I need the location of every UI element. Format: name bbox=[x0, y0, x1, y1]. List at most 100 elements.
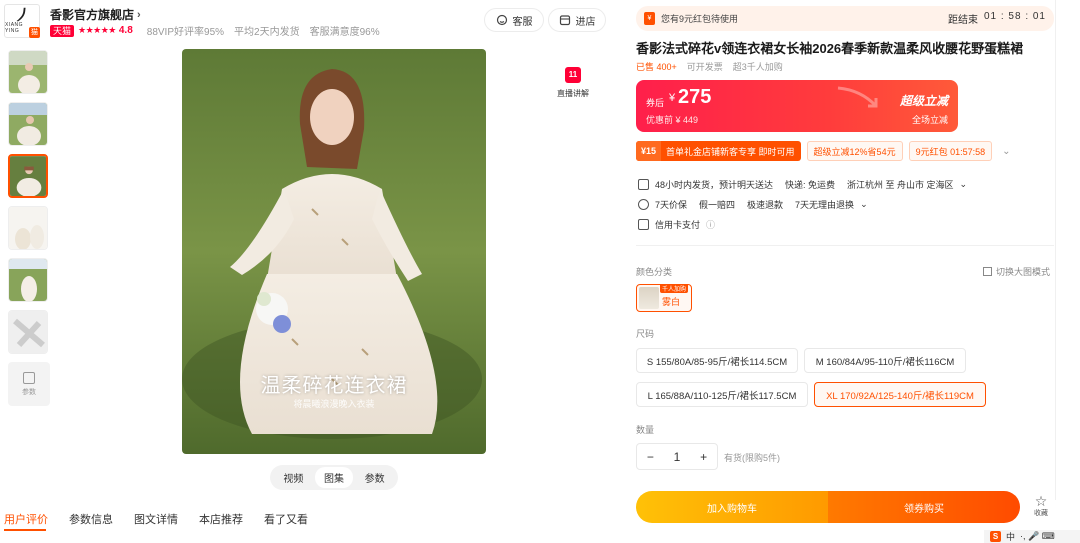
rating-stars-icon: ★★★★★ bbox=[78, 25, 116, 35]
quantity-value[interactable]: 1 bbox=[664, 450, 691, 464]
size-option-xl-selected[interactable]: XL 170/92A/125-140斤/裙长119CM bbox=[814, 382, 986, 407]
add-to-cart-button[interactable]: 加入购物车 bbox=[636, 491, 828, 523]
shop-meta-vip: 88VIP好评率95% bbox=[146, 27, 225, 38]
size-option-l[interactable]: L 165/88A/110-125斤/裙长117.5CM bbox=[636, 382, 808, 407]
chevron-down-icon: ⌄ bbox=[860, 199, 868, 209]
timer-value: 01 : 58 : 01 bbox=[983, 11, 1046, 22]
media-tab-video[interactable]: 视频 bbox=[274, 467, 312, 488]
credit-card-icon bbox=[638, 219, 649, 230]
shop-name-link[interactable]: 香影官方旗舰店 › bbox=[50, 6, 141, 23]
product-sub-meta: 已售 400+ 可开发票 超3千人加购 bbox=[636, 60, 783, 73]
size-option-s[interactable]: S 155/80A/85-95斤/裙长114.5CM bbox=[636, 348, 798, 373]
main-product-image[interactable]: 温柔碎花连衣裙 将晨曦浪漫晚入衣装 bbox=[182, 49, 486, 454]
coupon-text: 您有9元红包待使用 bbox=[661, 14, 739, 24]
buy-now-button[interactable]: 领券购买 bbox=[828, 491, 1020, 523]
coupon-timer: 距结束 01 : 58 : 01 bbox=[948, 11, 1046, 26]
shipping-route: 浙江杭州 至 舟山市 定海区 bbox=[847, 180, 954, 190]
coupon-bar[interactable]: ¥ 您有9元红包待使用 距结束 01 : 58 : 01 bbox=[636, 6, 1054, 31]
price-currency: ¥ bbox=[669, 92, 676, 104]
live-label: 直播讲解 bbox=[557, 89, 589, 98]
tab-details[interactable]: 图文详情 bbox=[134, 511, 178, 527]
promo-row: ¥15 首单礼金店铺新客专享 即时可用 超级立减12%省54元 9元红包 01:… bbox=[636, 141, 1011, 161]
stock-info: 有货(限购5件) bbox=[724, 453, 780, 463]
customer-service-label: 客服 bbox=[512, 16, 533, 28]
info-icon[interactable]: ⓘ bbox=[706, 218, 715, 231]
ime-logo-icon: S bbox=[990, 531, 1001, 542]
shop-name: 香影官方旗舰店 bbox=[50, 8, 135, 22]
detail-tabs: 用户评价 参数信息 图文详情 本店推荐 看了又看 bbox=[4, 511, 308, 527]
tab-reviews[interactable]: 用户评价 bbox=[4, 511, 48, 527]
live-explain-button[interactable]: 11 直播讲解 bbox=[556, 67, 590, 99]
store-icon bbox=[559, 15, 570, 26]
tab-also-viewed[interactable]: 看了又看 bbox=[264, 511, 308, 527]
coupon-desc: 首单礼金店铺新客专享 即时可用 bbox=[666, 146, 795, 157]
tmall-badge: 天猫 bbox=[50, 24, 75, 37]
express-fee: 快递: 免运费 bbox=[785, 180, 836, 190]
shop-meta: 天猫 ★★★★★ 4.8 88VIP好评率95% 平均2天内发货 客服满意度96… bbox=[50, 23, 390, 38]
price-prefix: 券后 bbox=[646, 98, 665, 108]
price-protect: 7天价保 bbox=[655, 200, 688, 210]
promo-tag-discount[interactable]: 超级立减12%省54元 bbox=[806, 141, 903, 161]
tab-params[interactable]: 参数信息 bbox=[69, 511, 113, 527]
thumbnail-6[interactable] bbox=[8, 310, 48, 354]
quantity-plus-button[interactable]: + bbox=[690, 450, 717, 464]
shop-meta-service: 客服满意度96% bbox=[309, 27, 380, 38]
enter-shop-button[interactable]: 进店 bbox=[548, 8, 606, 32]
thumbnail-1[interactable] bbox=[8, 50, 48, 94]
shipping-row[interactable]: 48小时内发货，预计明天送达 快递: 免运费 浙江杭州 至 舟山市 定海区 ⌄ bbox=[638, 178, 967, 191]
truck-icon bbox=[638, 179, 649, 190]
chevron-down-icon: ⌄ bbox=[959, 179, 968, 189]
switch-view-label: 切换大图模式 bbox=[996, 267, 1051, 277]
switch-large-view-button[interactable]: 切换大图模式 bbox=[983, 265, 1050, 278]
customer-service-button[interactable]: 客服 bbox=[484, 8, 544, 32]
shop-logo[interactable]: ⵰ XIANG YING 猫 bbox=[4, 4, 40, 38]
quantity-minus-button[interactable]: − bbox=[637, 450, 664, 464]
thumbnail-5[interactable] bbox=[8, 258, 48, 302]
media-tabs: 视频 图集 参数 bbox=[270, 465, 398, 490]
color-option-selected[interactable]: 雾白 千人加购 bbox=[636, 284, 692, 312]
color-flag: 千人加购 bbox=[659, 284, 688, 293]
image-caption: 温柔碎花连衣裙 bbox=[260, 375, 408, 397]
guarantee-row[interactable]: 7天价保 假一赔四 极速退款 7天无理由退换 ⌄ bbox=[638, 198, 868, 211]
color-label: 颜色分类 bbox=[636, 267, 673, 277]
section-divider bbox=[636, 245, 1054, 246]
ime-language: 中 bbox=[1006, 532, 1016, 542]
quantity-label: 数量 bbox=[636, 425, 655, 435]
fake-compensate: 假一赔四 bbox=[699, 200, 736, 210]
media-tab-gallery[interactable]: 图集 bbox=[314, 467, 353, 488]
tab-shop-recommend[interactable]: 本店推荐 bbox=[199, 511, 243, 527]
sold-count: 已售 400+ bbox=[636, 62, 677, 72]
chevron-right-icon: › bbox=[137, 8, 141, 21]
headset-icon bbox=[496, 14, 507, 26]
shield-icon bbox=[638, 199, 649, 210]
right-divider bbox=[1055, 0, 1056, 500]
tmall-corner-icon: 猫 bbox=[29, 27, 40, 38]
star-icon: ☆ bbox=[1034, 493, 1048, 509]
coupon-value: ¥15 bbox=[636, 141, 662, 161]
promo-tag-red-packet[interactable]: 9元红包 01:57:58 bbox=[908, 141, 993, 161]
params-thumbnail[interactable]: 参数 bbox=[8, 362, 50, 406]
thumbnail-2[interactable] bbox=[8, 102, 48, 146]
thumbnail-4[interactable] bbox=[8, 206, 48, 250]
size-option-m[interactable]: M 160/84A/95-110斤/裙长116CM bbox=[804, 348, 966, 373]
arrow-decoration-icon bbox=[837, 86, 878, 108]
image-subcaption: 将晨曦浪漫晚入衣装 bbox=[293, 399, 375, 409]
purchase-bar: 加入购物车 领券购买 bbox=[636, 491, 1020, 523]
timer-label: 距结束 bbox=[947, 15, 978, 26]
new-customer-coupon[interactable]: ¥15 首单礼金店铺新客专享 即时可用 bbox=[636, 141, 801, 161]
thumbnail-3-selected[interactable] bbox=[8, 154, 48, 198]
active-tab-indicator bbox=[4, 529, 46, 531]
shop-rating: 4.8 bbox=[118, 25, 133, 36]
ime-tools: ·, 🎤 ⌨ bbox=[1020, 531, 1055, 541]
chevron-down-icon[interactable]: ⌄ bbox=[1002, 146, 1010, 157]
favorite-button[interactable]: ☆ 收藏 bbox=[1028, 494, 1054, 518]
media-tab-params[interactable]: 参数 bbox=[356, 467, 394, 488]
size-label: 尺码 bbox=[636, 329, 655, 339]
deal-label: 超级立减 bbox=[899, 94, 948, 108]
fast-refund: 极速退款 bbox=[747, 200, 784, 210]
ime-toolbar[interactable]: S 中 ·, 🎤 ⌨ bbox=[984, 530, 1080, 543]
params-icon bbox=[23, 371, 35, 384]
color-name: 雾白 bbox=[662, 296, 681, 307]
price-value: 275 bbox=[678, 86, 712, 108]
original-price: 优惠前 ¥ 449 bbox=[646, 115, 699, 125]
